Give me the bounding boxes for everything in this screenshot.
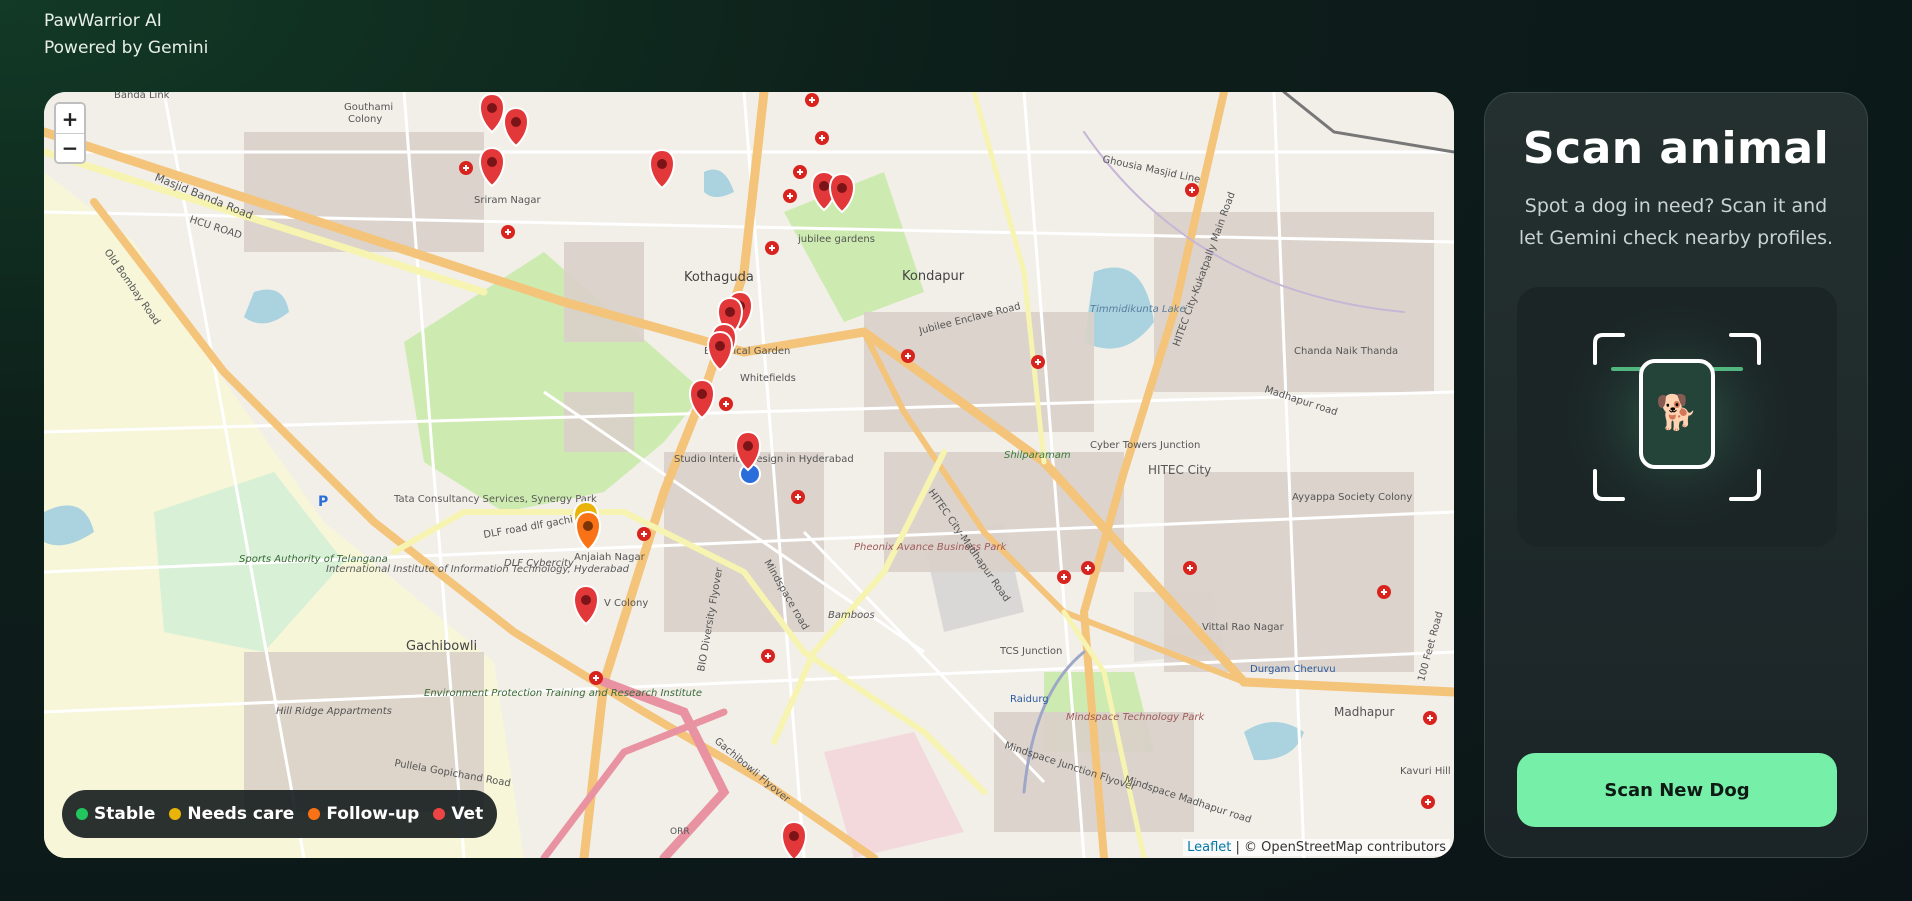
label-iiit: International Institute of Information T… bbox=[326, 564, 630, 575]
scan-preview: 🐕 bbox=[1517, 287, 1837, 547]
zoom-control: + − bbox=[54, 102, 86, 164]
zoom-in-button[interactable]: + bbox=[56, 104, 84, 133]
vet-dot-icon bbox=[433, 808, 446, 820]
label-sriram-nagar: Sriram Nagar bbox=[474, 195, 541, 206]
legend-item-vet: Vet bbox=[433, 804, 483, 824]
label-tcs: Tata Consultancy Services, Synergy Park bbox=[393, 494, 597, 505]
label-ayyappa: Ayyappa Society Colony bbox=[1292, 492, 1412, 503]
panel-title: Scan animal bbox=[1522, 123, 1830, 174]
legend-item-follow-up: Follow-up bbox=[308, 804, 419, 824]
label-hitec-city: HITEC City bbox=[1148, 463, 1211, 477]
label-durgam: Durgam Cheruvu bbox=[1250, 664, 1336, 675]
label-tcs-junction: TCS Junction bbox=[999, 646, 1062, 657]
label-pheonix: Pheonix Avance Business Park bbox=[854, 542, 1007, 553]
label-kavuri: Kavuri Hill bbox=[1400, 766, 1451, 777]
label-gouthami: Gouthami bbox=[344, 102, 393, 113]
legend-label-vet: Vet bbox=[451, 804, 484, 824]
label-hill-ridge: Hill Ridge Appartments bbox=[276, 706, 392, 717]
label-gouthami-colony: Colony bbox=[348, 114, 382, 125]
legend-label-follow-up: Follow-up bbox=[326, 804, 420, 824]
label-jubilee-gardens: jubilee gardens bbox=[797, 234, 875, 245]
legend-item-stable: Stable bbox=[76, 804, 155, 824]
label-epti: Environment Protection Training and Rese… bbox=[424, 688, 702, 699]
label-studio: Studio Interior Design in Hyderabad bbox=[674, 454, 854, 465]
leaflet-link[interactable]: Leaflet bbox=[1187, 840, 1231, 855]
label-gachibowli: Gachibowli bbox=[406, 639, 477, 654]
osm-attribution: | © OpenStreetMap contributors bbox=[1231, 840, 1447, 855]
follow-up-dot-icon bbox=[308, 808, 321, 820]
parking-icon: P bbox=[318, 494, 328, 510]
label-whitefields: Whitefields bbox=[740, 373, 796, 384]
label-v-colony: V Colony bbox=[604, 598, 648, 609]
scan-panel: Scan animal Spot a dog in need? Scan it … bbox=[1484, 92, 1868, 858]
dog-icon: 🐕 bbox=[1655, 393, 1699, 433]
map-tiles[interactable]: Banda Link Gouthami Colony Masjid Banda … bbox=[44, 92, 1454, 858]
label-kothaguda: Kothaguda bbox=[684, 270, 754, 285]
brand-name: PawWarrior AI bbox=[44, 11, 162, 31]
legend-label-needs-care: Needs care bbox=[187, 804, 295, 824]
label-orr: ORR bbox=[670, 827, 690, 837]
legend-label-stable: Stable bbox=[94, 804, 156, 824]
brand: PawWarrior AI Powered by Gemini bbox=[44, 8, 208, 62]
label-mindspace-park: Mindspace Technology Park bbox=[1066, 712, 1206, 723]
panel-description: Spot a dog in need? Scan it and let Gemi… bbox=[1518, 195, 1834, 249]
label-raidurg: Raidurg bbox=[1010, 694, 1049, 705]
brand-tagline: Powered by Gemini bbox=[44, 38, 209, 58]
map-attribution: Leaflet | © OpenStreetMap contributors bbox=[1183, 839, 1450, 856]
needs-care-dot-icon bbox=[169, 808, 182, 820]
label-chanda-naik: Chanda Naik Thanda bbox=[1294, 346, 1398, 357]
label-timmidikunta: Timmidikunta Lake bbox=[1090, 304, 1186, 315]
scan-new-dog-button[interactable]: Scan New Dog bbox=[1517, 753, 1837, 827]
label-banda-link: Banda Link bbox=[114, 92, 170, 101]
label-bamboos: Bamboos bbox=[828, 610, 875, 621]
zoom-out-button[interactable]: − bbox=[56, 133, 84, 162]
map-legend: Stable Needs care Follow-up Vet bbox=[62, 790, 498, 838]
map[interactable]: Banda Link Gouthami Colony Masjid Banda … bbox=[44, 92, 1454, 858]
label-vittal-rao: Vittal Rao Nagar bbox=[1202, 622, 1285, 633]
label-madhapur: Madhapur bbox=[1334, 705, 1395, 719]
label-shilparamam: Shilparamam bbox=[1004, 450, 1071, 461]
label-anjaiah: Anjaiah Nagar bbox=[574, 552, 646, 563]
label-cyber-towers: Cyber Towers Junction bbox=[1090, 440, 1200, 451]
label-kondapur: Kondapur bbox=[902, 269, 965, 284]
legend-item-needs-care: Needs care bbox=[169, 804, 294, 824]
stable-dot-icon bbox=[76, 808, 88, 820]
